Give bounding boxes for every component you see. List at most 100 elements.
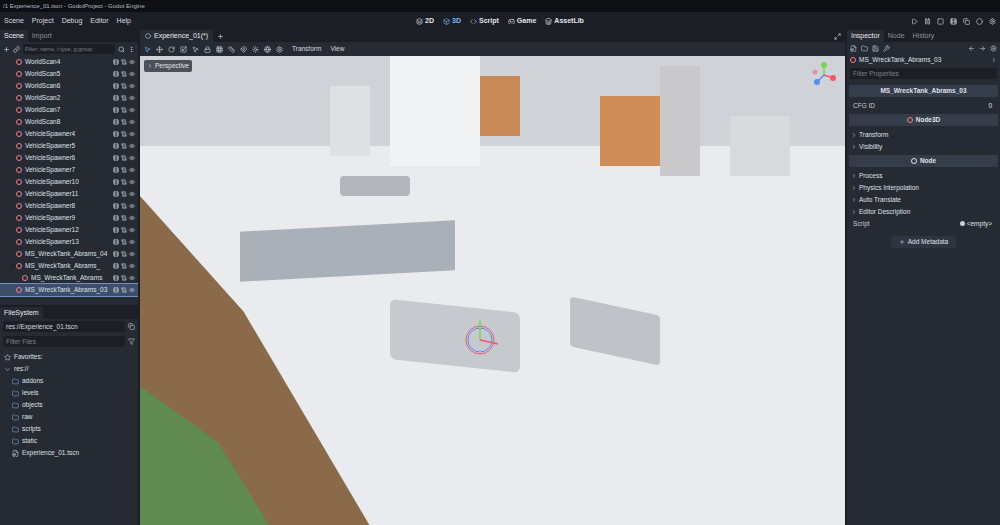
scene-icon[interactable] xyxy=(113,203,119,209)
script-icon[interactable] xyxy=(121,167,127,173)
tool-icon[interactable] xyxy=(228,46,235,53)
tree-row[interactable]: WorldScan2 xyxy=(0,92,138,104)
instance-icon[interactable] xyxy=(13,46,20,53)
add-metadata-button[interactable]: Add Metadata xyxy=(891,236,956,248)
plus-icon[interactable] xyxy=(899,239,905,245)
script-icon[interactable] xyxy=(121,239,127,245)
tree-row[interactable]: VehicleSpawner7 xyxy=(0,164,138,176)
visibility-eye-icon[interactable] xyxy=(129,239,135,245)
property-group[interactable]: Auto Translate xyxy=(849,194,998,205)
file-row[interactable]: Experience_01.tscn xyxy=(0,447,138,459)
dock-tab[interactable]: Import xyxy=(28,30,56,42)
play-scene-icon[interactable] xyxy=(950,18,957,25)
property-row[interactable]: Script<empty> xyxy=(849,218,998,229)
file-row[interactable]: res:// xyxy=(0,363,138,375)
scene-icon[interactable] xyxy=(113,95,119,101)
path-input[interactable]: res://Experience_01.tscn xyxy=(3,321,125,332)
collapse-arrow-icon[interactable] xyxy=(851,197,857,203)
scene-icon[interactable] xyxy=(113,119,119,125)
collapse-arrow-icon[interactable] xyxy=(851,144,857,150)
script-icon[interactable] xyxy=(121,191,127,197)
expand-arrow-icon[interactable] xyxy=(4,366,11,373)
search-icon[interactable] xyxy=(118,46,125,53)
menu-item[interactable]: Project xyxy=(32,16,54,27)
more-icon[interactable] xyxy=(128,46,135,53)
toolbar-menu[interactable]: View xyxy=(330,44,344,54)
scene-filter-input[interactable]: Filter: name, t:type, g:group xyxy=(23,44,115,54)
scene-icon[interactable] xyxy=(113,227,119,233)
scene-icon[interactable] xyxy=(113,107,119,113)
script-icon[interactable] xyxy=(121,83,127,89)
collapse-arrow-icon[interactable] xyxy=(851,173,857,179)
scene-tab[interactable]: Experience_01(*) xyxy=(140,30,213,42)
forward-icon[interactable] xyxy=(979,45,986,52)
visibility-eye-icon[interactable] xyxy=(129,167,135,173)
visibility-eye-icon[interactable] xyxy=(129,119,135,125)
script-icon[interactable] xyxy=(121,119,127,125)
scene-file-icon[interactable] xyxy=(12,450,19,457)
folder-icon[interactable] xyxy=(12,390,19,397)
script-icon[interactable] xyxy=(121,287,127,293)
script-icon[interactable] xyxy=(121,179,127,185)
tree-row[interactable]: VehicleSpawner8 xyxy=(0,200,138,212)
script-icon[interactable] xyxy=(121,215,127,221)
property-group[interactable]: Transform xyxy=(849,129,998,140)
visibility-eye-icon[interactable] xyxy=(129,203,135,209)
workspace-icon[interactable] xyxy=(416,18,423,25)
script-icon[interactable] xyxy=(121,227,127,233)
distraction-free-icon[interactable] xyxy=(834,33,841,40)
play-icon[interactable] xyxy=(911,18,918,25)
scene-icon[interactable] xyxy=(113,215,119,221)
visibility-eye-icon[interactable] xyxy=(129,287,135,293)
visibility-eye-icon[interactable] xyxy=(129,83,135,89)
file-row[interactable]: raw xyxy=(0,411,138,423)
tree-row[interactable]: VehicleSpawner6 xyxy=(0,152,138,164)
property-group[interactable]: Editor Description xyxy=(849,206,998,217)
split-view-icon[interactable] xyxy=(128,323,135,330)
tree-row[interactable]: MS_WreckTank_Abrams xyxy=(0,272,138,284)
property-group[interactable]: Visibility xyxy=(849,141,998,152)
tree-row[interactable]: VehicleSpawner5 xyxy=(0,140,138,152)
tree-row[interactable]: VehicleSpawner12 xyxy=(0,224,138,236)
tool-icon[interactable] xyxy=(156,46,163,53)
workspace-button[interactable]: 2D xyxy=(416,16,434,27)
scene-icon[interactable] xyxy=(113,155,119,161)
script-icon[interactable] xyxy=(121,263,127,269)
perspective-label[interactable]: Perspective xyxy=(144,60,192,72)
scene-icon[interactable] xyxy=(113,59,119,65)
script-icon[interactable] xyxy=(121,143,127,149)
workspace-icon[interactable] xyxy=(545,18,552,25)
tool-icon[interactable] xyxy=(192,46,199,53)
collapse-arrow-icon[interactable] xyxy=(851,132,857,138)
folder-icon[interactable] xyxy=(12,426,19,433)
property-group[interactable]: Process xyxy=(849,170,998,181)
workspace-button[interactable]: AssetLib xyxy=(545,16,584,27)
tree-row[interactable]: MS_WreckTank_Abrams_04 xyxy=(0,248,138,260)
workspace-button[interactable]: 3D xyxy=(443,16,461,27)
workspace-button[interactable]: Script xyxy=(470,16,499,27)
workspace-icon[interactable] xyxy=(508,18,515,25)
renderer-icon[interactable] xyxy=(989,18,996,25)
resource-icon[interactable] xyxy=(883,45,890,52)
tool-icon[interactable] xyxy=(240,46,247,53)
file-row[interactable]: addons xyxy=(0,375,138,387)
workspace-icon[interactable] xyxy=(470,18,477,25)
favorites-star-icon[interactable] xyxy=(4,354,11,361)
dock-tab[interactable]: Inspector xyxy=(847,30,884,42)
scene-icon[interactable] xyxy=(113,263,119,269)
property-filter-input[interactable]: Filter Properties xyxy=(850,68,997,79)
tree-row[interactable]: WorldScan5 xyxy=(0,68,138,80)
script-icon[interactable] xyxy=(121,131,127,137)
tree-row[interactable]: WorldScan7 xyxy=(0,104,138,116)
visibility-eye-icon[interactable] xyxy=(129,179,135,185)
tree-row[interactable]: MS_WreckTank_Abrams_03 xyxy=(0,284,138,296)
menu-item[interactable]: Editor xyxy=(90,16,108,27)
visibility-eye-icon[interactable] xyxy=(129,107,135,113)
save-icon[interactable] xyxy=(872,45,879,52)
tool-icon[interactable] xyxy=(168,46,175,53)
dock-tab[interactable]: History xyxy=(909,30,939,42)
menu-item[interactable]: Debug xyxy=(62,16,83,27)
scene-icon[interactable] xyxy=(113,239,119,245)
dock-tab[interactable]: Scene xyxy=(0,30,28,42)
toolbar-menu[interactable]: Transform xyxy=(292,44,321,54)
